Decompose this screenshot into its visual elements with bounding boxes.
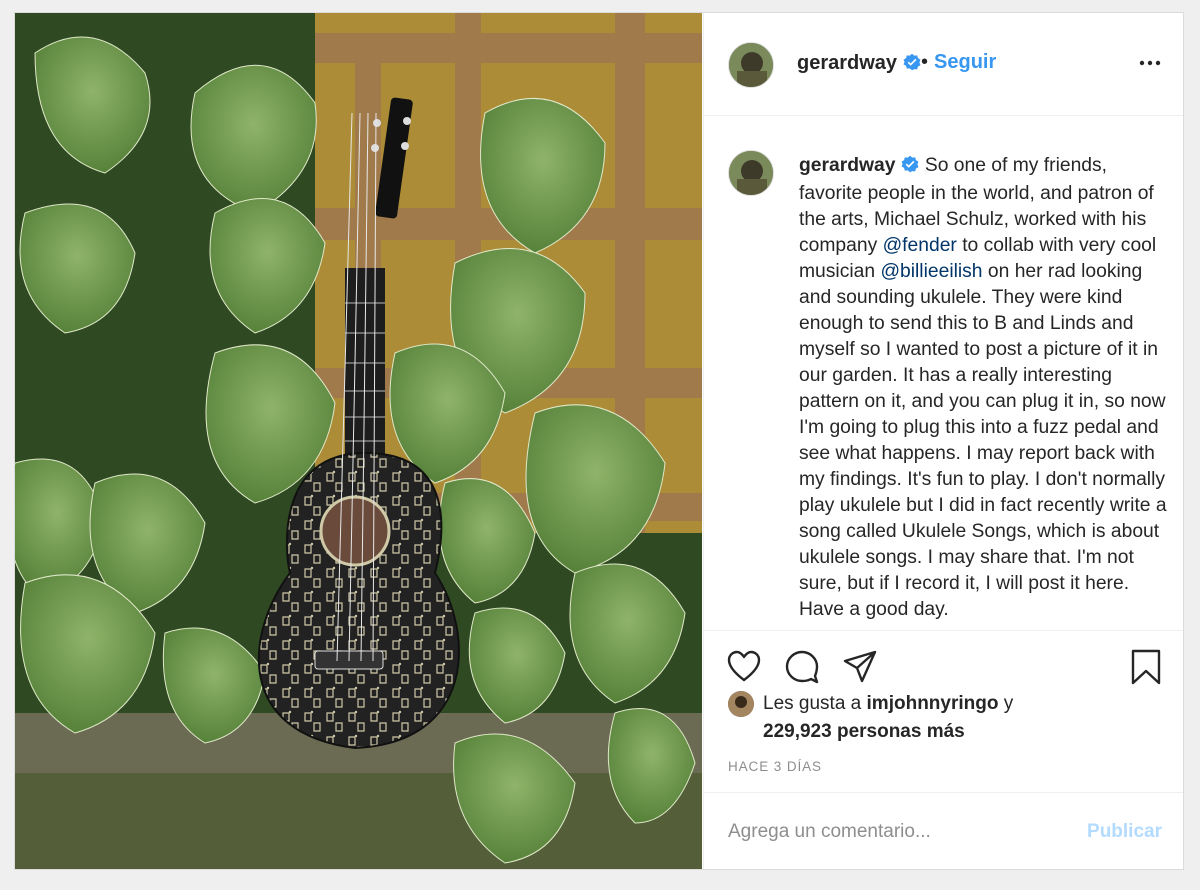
avatar[interactable]	[728, 42, 774, 88]
publish-button[interactable]: Publicar	[1087, 821, 1162, 843]
post-image[interactable]	[15, 13, 702, 869]
comment-bubble-icon[interactable]	[784, 649, 820, 685]
likes-summary: Les gusta a imjohnnyringo y 229,923 pers…	[728, 691, 1168, 751]
liker-username-link[interactable]: imjohnnyringo	[867, 693, 999, 714]
avatar[interactable]	[728, 691, 754, 717]
add-comment-bar: Agrega un comentario... Publicar	[704, 792, 1183, 869]
post-card: gerardway • Seguir gerardway So one of my…	[14, 12, 1184, 870]
post-header: gerardway • Seguir	[704, 13, 1183, 116]
heart-icon[interactable]	[726, 649, 762, 685]
paper-plane-icon[interactable]	[842, 649, 878, 685]
separator-dot: •	[921, 51, 929, 73]
comments-section[interactable]: gerardway So one of my friends, favorite…	[704, 117, 1183, 629]
verified-badge-icon	[901, 155, 919, 181]
likes-prefix: Les gusta a	[763, 693, 862, 714]
comment-input[interactable]: Agrega un comentario...	[728, 821, 931, 843]
likes-line: Les gusta a imjohnnyringo y	[763, 693, 1013, 715]
post-caption: gerardway So one of my friends, favorite…	[799, 153, 1171, 623]
likes-conjunction: y	[1003, 693, 1014, 714]
mention-link-fender[interactable]: @fender	[883, 235, 957, 256]
bookmark-icon[interactable]	[1128, 649, 1164, 685]
ukulele-garden-photo	[15, 13, 702, 869]
caption-username[interactable]: gerardway	[799, 155, 895, 176]
action-bar	[704, 630, 1183, 690]
post-sidebar: gerardway • Seguir gerardway So one of my…	[703, 13, 1183, 869]
caption-text: on her rad looking and sounding ukulele.…	[799, 261, 1167, 620]
verified-badge-icon	[903, 53, 921, 77]
likes-count-link[interactable]: 229,923 personas más	[763, 721, 965, 743]
username-text[interactable]: gerardway	[797, 52, 897, 74]
header-follow-area: • Seguir	[921, 51, 996, 74]
header-username[interactable]: gerardway	[797, 52, 921, 77]
post-timestamp[interactable]: HACE 3 DÍAS	[728, 759, 822, 774]
follow-button[interactable]: Seguir	[934, 51, 996, 73]
more-options-icon[interactable]	[1138, 53, 1162, 73]
mention-link-billieeilish[interactable]: @billieeilish	[880, 261, 982, 282]
avatar[interactable]	[728, 150, 774, 196]
